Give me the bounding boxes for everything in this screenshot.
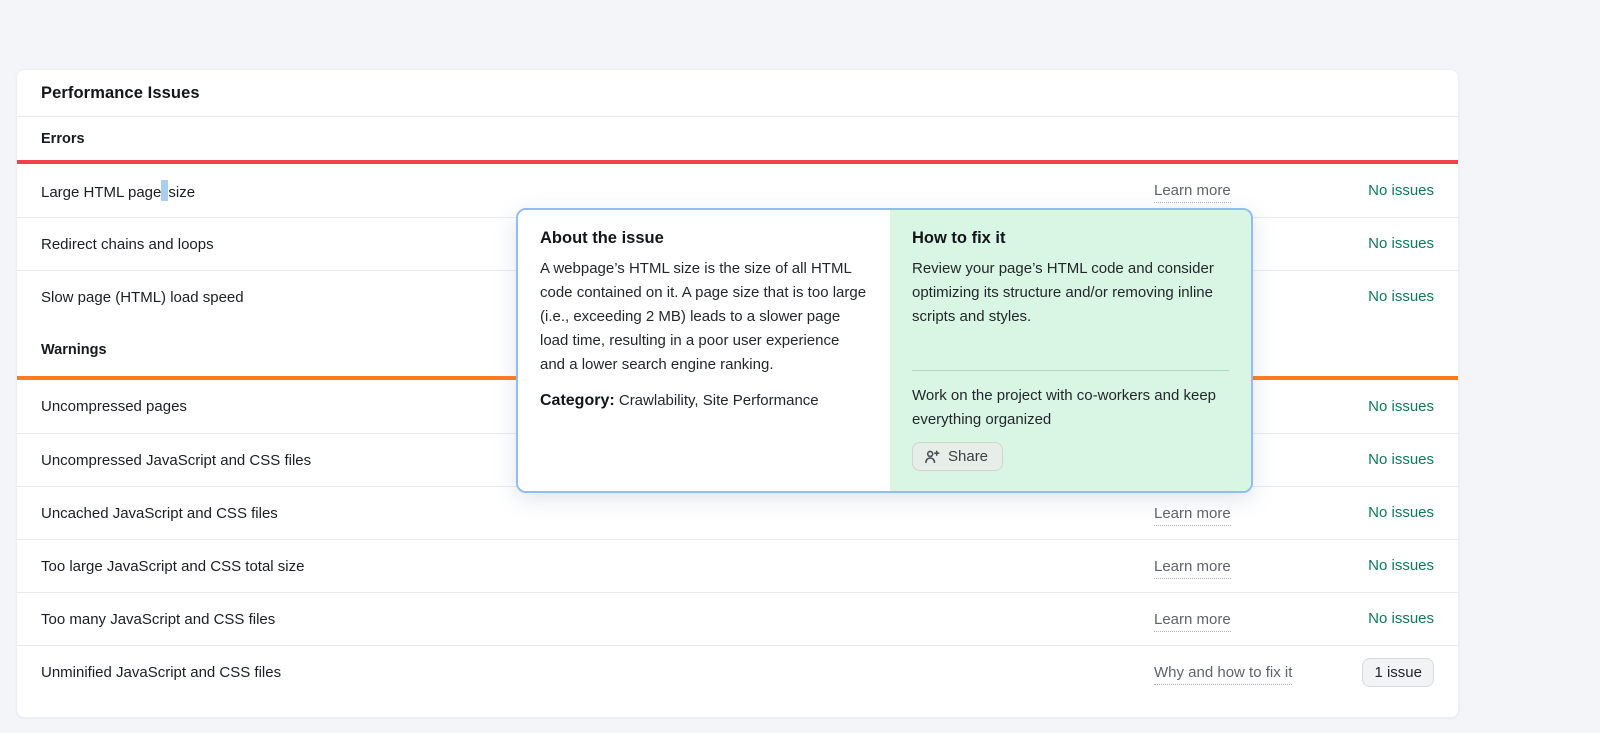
why-how-to-fix-link[interactable]: Why and how to fix it [1154,664,1292,685]
share-button[interactable]: Share [912,442,1003,471]
no-issues-status: No issues [1368,557,1434,574]
issue-name-text: size [168,184,195,201]
issue-name: Too large JavaScript and CSS total size [41,558,1154,575]
fix-heading: How to fix it [912,229,1229,248]
section-label: Warnings [41,342,107,358]
issue-name: Too many JavaScript and CSS files [41,611,1154,628]
issue-row-uncached-js-css: Uncached JavaScript and CSS files Learn … [17,486,1458,539]
about-body-text: A webpage’s HTML size is the size of all… [540,257,868,377]
about-heading: About the issue [540,229,868,248]
collaboration-text: Work on the project with co-workers and … [912,384,1229,432]
issue-row-too-large-js-css: Too large JavaScript and CSS total size … [17,539,1458,592]
category-line: Category: Crawlability, Site Performance [540,389,868,413]
issue-name: Uncached JavaScript and CSS files [41,505,1154,522]
about-the-issue-panel: About the issue A webpage’s HTML size is… [518,210,890,491]
no-issues-status: No issues [1368,398,1434,415]
no-issues-status: No issues [1368,504,1434,521]
how-to-fix-panel: How to fix it Review your page’s HTML co… [890,210,1251,491]
issue-count-badge[interactable]: 1 issue [1362,658,1434,687]
learn-more-link[interactable]: Learn more [1154,611,1231,632]
performance-issues-card: Performance Issues Errors Large HTML pag… [16,69,1459,718]
section-label: Errors [41,131,85,147]
no-issues-status: No issues [1368,235,1434,252]
learn-more-link[interactable]: Learn more [1154,182,1231,203]
issue-name-text: Large HTML page [41,184,161,201]
share-button-label: Share [948,448,988,465]
person-add-icon [924,449,940,465]
category-value: Crawlability, Site Performance [619,392,819,409]
panel-divider [912,370,1229,371]
no-issues-status: No issues [1368,182,1434,199]
collaboration-block: Work on the project with co-workers and … [912,370,1229,471]
card-header: Performance Issues [17,70,1458,117]
issue-name: Large HTML page size [41,180,1154,201]
no-issues-status: No issues [1368,610,1434,627]
page-title: Performance Issues [41,84,200,103]
no-issues-status: No issues [1368,288,1434,305]
category-label: Category: [540,392,615,409]
learn-more-link[interactable]: Learn more [1154,558,1231,579]
issue-info-popover: About the issue A webpage’s HTML size is… [516,208,1253,493]
issue-row-unminified-js-css: Unminified JavaScript and CSS files Why … [17,645,1458,698]
issue-name: Unminified JavaScript and CSS files [41,664,1154,681]
fix-body-text: Review your page’s HTML code and conside… [912,257,1229,329]
learn-more-link[interactable]: Learn more [1154,505,1231,526]
no-issues-status: No issues [1368,451,1434,468]
section-header-errors: Errors [17,117,1458,160]
issue-row-too-many-js-css: Too many JavaScript and CSS files Learn … [17,592,1458,645]
